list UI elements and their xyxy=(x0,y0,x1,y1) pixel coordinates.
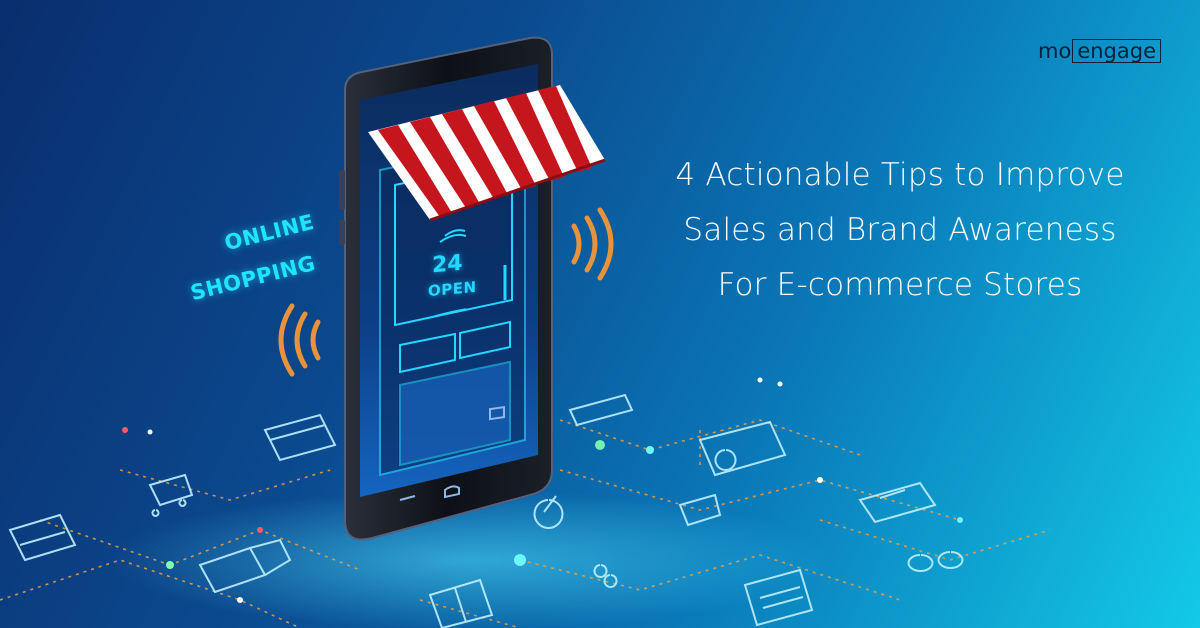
headline: 4 Actionable Tips to Improve Sales and B… xyxy=(640,148,1160,313)
headline-line-1: 4 Actionable Tips to Improve xyxy=(675,157,1125,193)
scene-illustration xyxy=(0,36,1051,628)
moengage-logo: mo engage xyxy=(1038,36,1161,66)
shopping-cart-icon xyxy=(148,473,194,517)
credit-card-icon xyxy=(263,413,337,462)
door-sign-number: 24 xyxy=(432,250,463,279)
cash-register-icon xyxy=(698,420,787,477)
banner: ONLINE SHOPPING 24 OPEN mo engage 4 Acti… xyxy=(0,0,1200,628)
wifi-icon xyxy=(278,303,321,377)
headline-line-2: Sales and Brand Awareness xyxy=(683,212,1117,248)
wifi-icon xyxy=(571,207,614,281)
logo-part-mo: mo xyxy=(1038,39,1072,63)
handshake-icon xyxy=(568,393,634,427)
logo-part-engage: engage xyxy=(1072,39,1161,63)
laptop-icon xyxy=(8,513,77,562)
headline-line-3: For E-commerce Stores xyxy=(717,267,1083,303)
car-icon xyxy=(858,481,937,524)
